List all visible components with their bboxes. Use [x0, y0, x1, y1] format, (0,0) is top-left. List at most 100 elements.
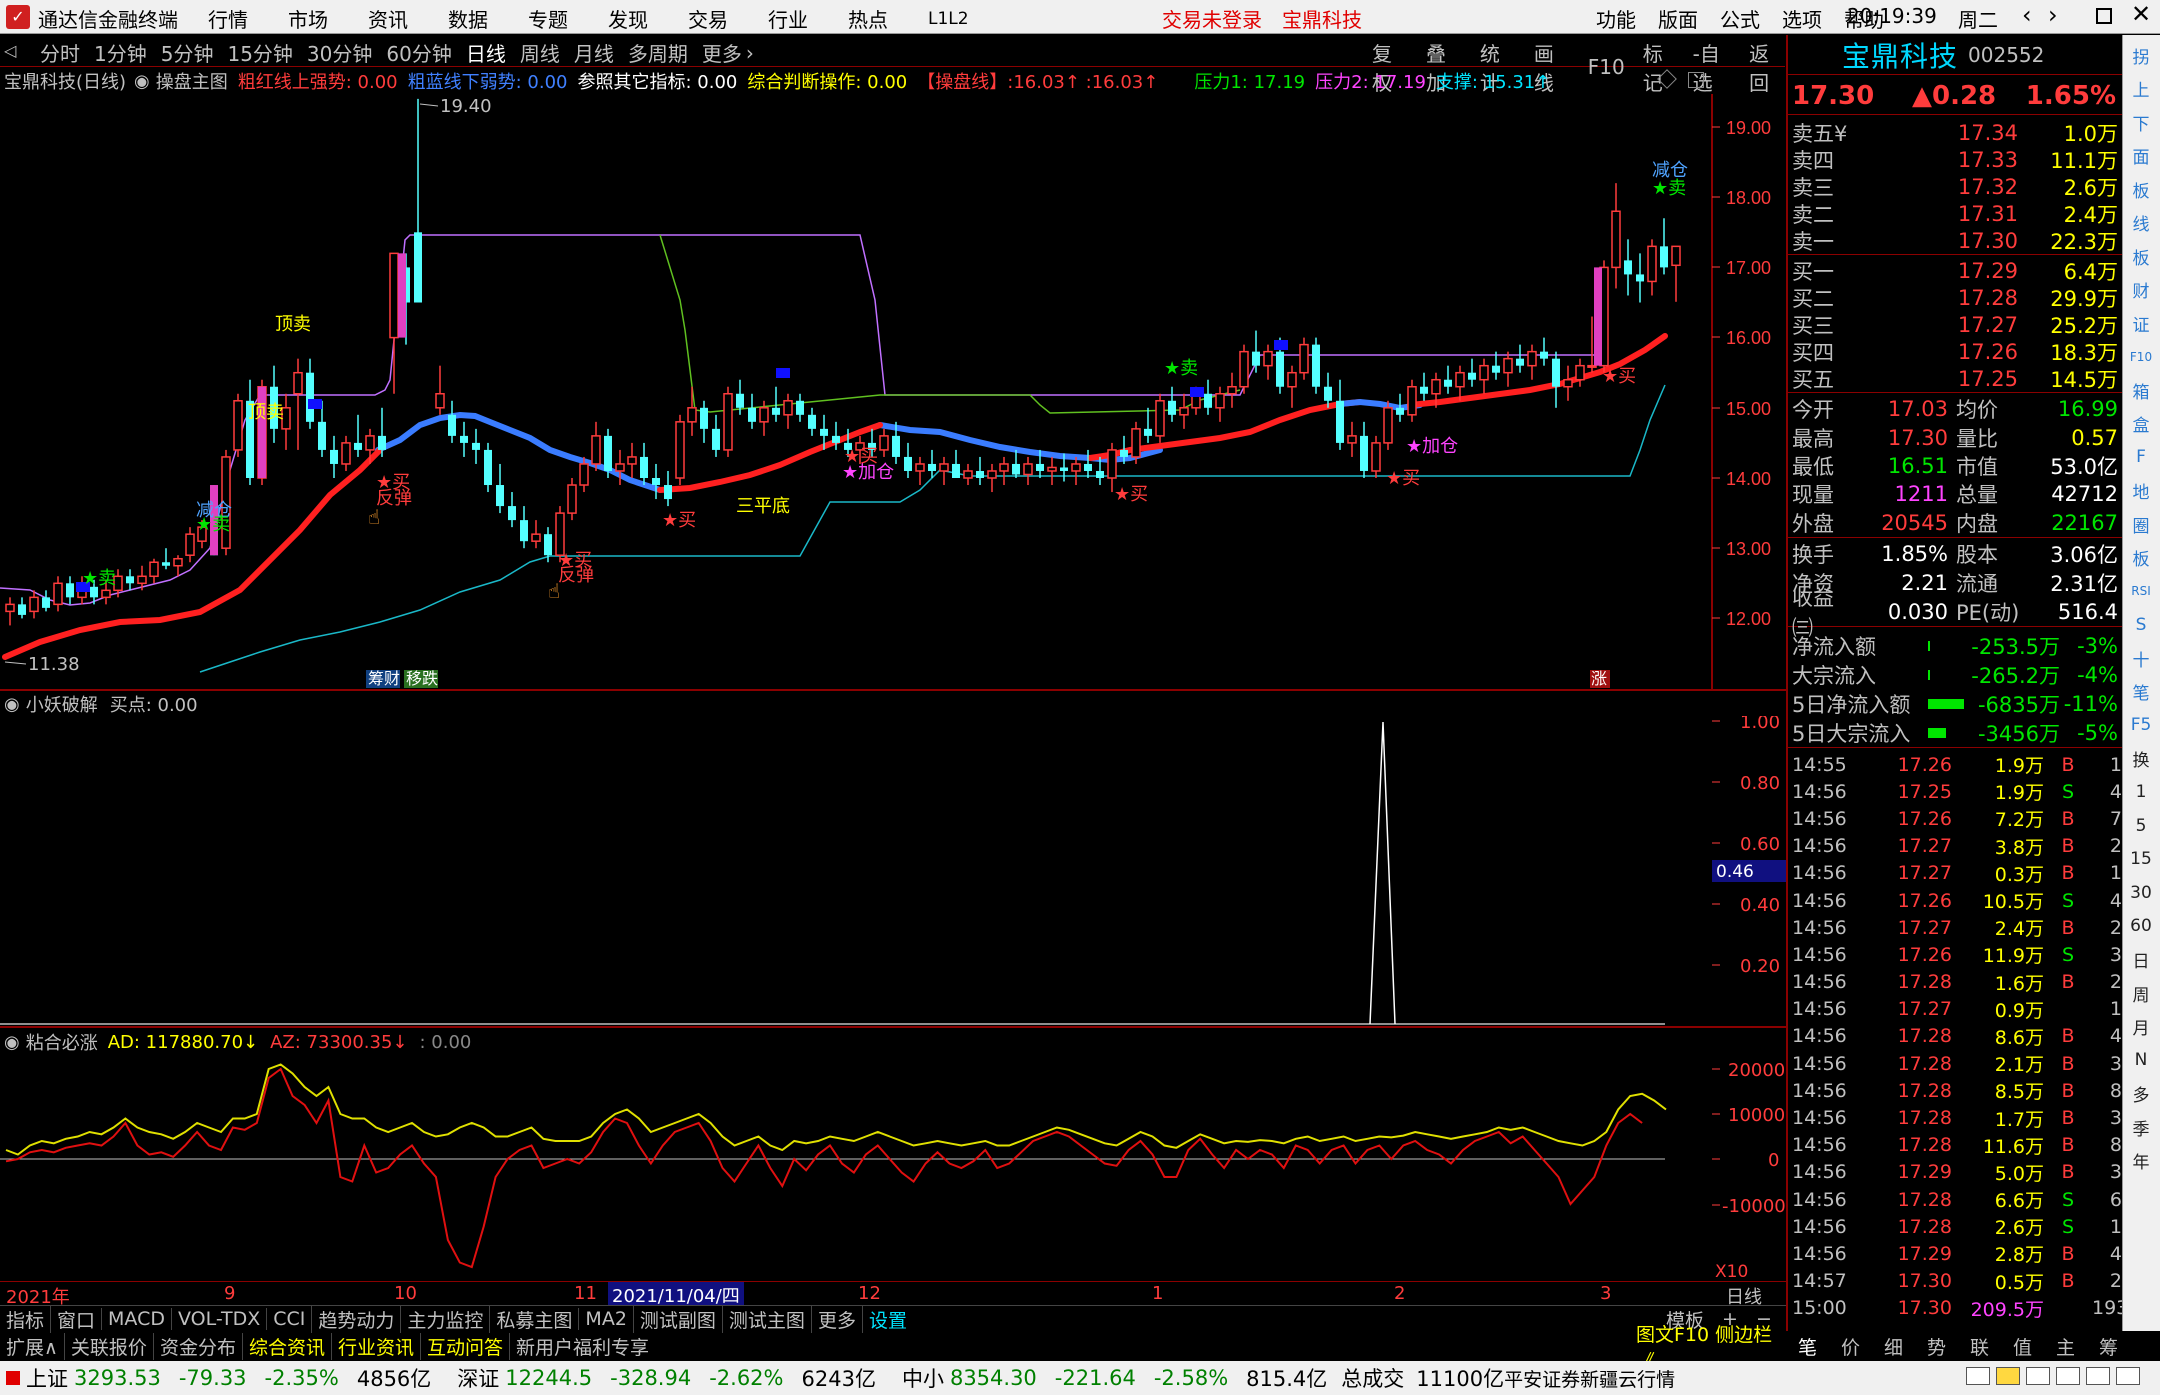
period-daily[interactable]: 日线: [466, 38, 506, 67]
ask-row[interactable]: 卖四 17.33 11.1万: [1788, 146, 2122, 173]
menu-faxian[interactable]: 发现: [608, 4, 648, 33]
tray-grid-icon[interactable]: [2056, 1367, 2080, 1385]
sub2-title[interactable]: 粘合必涨: [26, 1029, 98, 1055]
restore-window-icon[interactable]: [2096, 8, 2112, 24]
more-chevron-icon[interactable]: ›: [746, 41, 754, 65]
tool-fanhui[interactable]: 返回: [1749, 38, 1785, 96]
bid-row[interactable]: 买四 17.26 18.3万: [1788, 338, 2122, 365]
index-sz-name[interactable]: 深证: [457, 1363, 499, 1393]
menu-zixun[interactable]: 资讯: [368, 4, 408, 33]
side-tab-bi[interactable]: 笔: [1798, 1333, 1817, 1360]
side-toolbar-button[interactable]: 笔: [2127, 678, 2155, 706]
tool-biaoji[interactable]: 标记: [1643, 38, 1679, 96]
side-tab-chou[interactable]: 筹: [2099, 1333, 2118, 1360]
tab-kuozhan[interactable]: 扩展∧: [0, 1333, 64, 1360]
side-toolbar-button[interactable]: 箱: [2127, 376, 2155, 404]
bid-row[interactable]: 买二 17.28 29.9万: [1788, 284, 2122, 311]
chart-layout-icon[interactable]: [1688, 72, 1704, 88]
side-toolbar-button[interactable]: F: [2127, 443, 2155, 471]
tab-vol-tdx[interactable]: VOL-TDX: [171, 1308, 266, 1330]
index-zx-name[interactable]: 中小: [902, 1363, 944, 1393]
side-toolbar-button[interactable]: RSI: [2127, 577, 2155, 605]
side-tab-zhu[interactable]: 主: [2056, 1333, 2075, 1360]
ask-row[interactable]: 卖五¥ 17.34 1.0万: [1788, 119, 2122, 146]
period-weekly[interactable]: 周线: [520, 38, 560, 67]
bid-row[interactable]: 买五 17.25 14.5万: [1788, 365, 2122, 392]
side-toolbar-button[interactable]: 下: [2127, 108, 2155, 136]
tray-expand-icon[interactable]: [2116, 1367, 2140, 1385]
tool-f10[interactable]: F10: [1588, 55, 1625, 79]
side-tab-lian[interactable]: 联: [1970, 1333, 1989, 1360]
side-toolbar-button[interactable]: 板: [2127, 175, 2155, 203]
menu-gongneng[interactable]: 功能: [1596, 4, 1636, 33]
bid-row[interactable]: 买一 17.29 6.4万: [1788, 257, 2122, 284]
period-30min[interactable]: 30分钟: [307, 38, 372, 67]
side-toolbar-button[interactable]: 60: [2127, 912, 2155, 940]
tab-zonghe[interactable]: 综合资讯: [241, 1333, 331, 1360]
menu-banmian[interactable]: 版面: [1658, 4, 1698, 33]
close-window-icon[interactable]: ✕: [2131, 0, 2151, 28]
tab-ceshi-fu[interactable]: 测试副图: [632, 1305, 722, 1333]
index-sh-name[interactable]: 上证: [26, 1363, 68, 1393]
side-toolbar-button[interactable]: S: [2127, 611, 2155, 639]
side-toolbar-button[interactable]: 5: [2127, 812, 2155, 840]
side-tab-shi[interactable]: 势: [1927, 1333, 1946, 1360]
fund-flow-row[interactable]: 5日净流入额 -6835万 -11%: [1788, 689, 2122, 718]
menu-redian[interactable]: 热点: [848, 4, 888, 33]
sub2-chart[interactable]: 20000 10000 0 -10000 X10: [0, 1054, 1786, 1280]
tab-more[interactable]: 更多: [810, 1305, 862, 1333]
side-toolbar-button[interactable]: N: [2127, 1046, 2155, 1074]
menu-gongshi[interactable]: 公式: [1720, 4, 1760, 33]
period-15min[interactable]: 15分钟: [227, 38, 292, 67]
period-multi[interactable]: 多周期: [628, 38, 688, 67]
side-toolbar-button[interactable]: 月: [2127, 1013, 2155, 1041]
side-toolbar-button[interactable]: 拐: [2127, 41, 2155, 69]
forward-arrow-icon[interactable]: ›: [2048, 1, 2058, 29]
sub1-chart[interactable]: 1.00 0.80 0.60 0.40 0.20 0.46: [0, 716, 1786, 1028]
tray-window-icon[interactable]: [1966, 1367, 1990, 1385]
fund-flow-row[interactable]: 大宗流入 -265.2万 -4%: [1788, 660, 2122, 689]
side-tab-xi[interactable]: 细: [1884, 1333, 1903, 1360]
bid-row[interactable]: 买三 17.27 25.2万: [1788, 311, 2122, 338]
side-toolbar-button[interactable]: 30: [2127, 879, 2155, 907]
side-toolbar-button[interactable]: 年: [2127, 1147, 2155, 1175]
side-toolbar-button[interactable]: 地: [2127, 477, 2155, 505]
login-status[interactable]: 交易未登录: [1162, 4, 1262, 33]
menu-shuju[interactable]: 数据: [448, 4, 488, 33]
side-toolbar-button[interactable]: 面: [2127, 142, 2155, 170]
period-monthly[interactable]: 月线: [574, 38, 614, 67]
side-toolbar-button[interactable]: 日: [2127, 946, 2155, 974]
period-1min[interactable]: 1分钟: [94, 38, 147, 67]
side-toolbar-button[interactable]: 季: [2127, 1113, 2155, 1141]
side-toolbar-button[interactable]: 15: [2127, 845, 2155, 873]
tab-settings[interactable]: 设置: [861, 1305, 913, 1333]
side-tab-jia[interactable]: 价: [1841, 1333, 1860, 1360]
sub2-settings-icon[interactable]: ◉: [4, 1032, 20, 1053]
side-toolbar-button[interactable]: 上: [2127, 75, 2155, 103]
period-more[interactable]: 更多: [702, 38, 742, 67]
tray-message-icon[interactable]: [2026, 1367, 2050, 1385]
tab-zhibiao[interactable]: 指标: [0, 1306, 50, 1333]
tab-zhuli[interactable]: 主力监控: [400, 1305, 489, 1333]
sub1-settings-icon[interactable]: ◉: [4, 694, 20, 715]
fund-flow-row[interactable]: 5日大宗流入 -3456万 -5%: [1788, 718, 2122, 747]
tab-simu[interactable]: 私募主图: [489, 1305, 578, 1333]
side-toolbar-button[interactable]: 线: [2127, 209, 2155, 237]
period-fenshi[interactable]: 分时: [40, 38, 80, 67]
tab-qushi[interactable]: 趋势动力: [311, 1305, 400, 1333]
ask-row[interactable]: 卖三 17.32 2.6万: [1788, 173, 2122, 200]
side-toolbar-button[interactable]: 换: [2127, 745, 2155, 773]
menu-jiaoyi[interactable]: 交易: [688, 4, 728, 33]
main-kline-chart[interactable]: 19.00 18.00 17.00 16.00 15.00 14.00 13.0…: [0, 94, 1786, 691]
tab-ma2[interactable]: MA2: [578, 1308, 632, 1330]
tab-chuangkou[interactable]: 窗口: [50, 1305, 101, 1333]
tab-macd[interactable]: MACD: [101, 1308, 171, 1330]
tab-xinyonghu[interactable]: 新用户福利专享: [509, 1333, 655, 1360]
menu-hangqing[interactable]: 行情: [208, 4, 248, 33]
indicator-settings-icon[interactable]: ◉: [134, 71, 150, 92]
menu-shichang[interactable]: 市场: [288, 4, 328, 33]
menu-l1l2[interactable]: L1L2: [928, 9, 969, 29]
side-toolbar-button[interactable]: F5: [2127, 711, 2155, 739]
tray-link-icon[interactable]: [2086, 1367, 2110, 1385]
period-60min[interactable]: 60分钟: [386, 38, 451, 67]
